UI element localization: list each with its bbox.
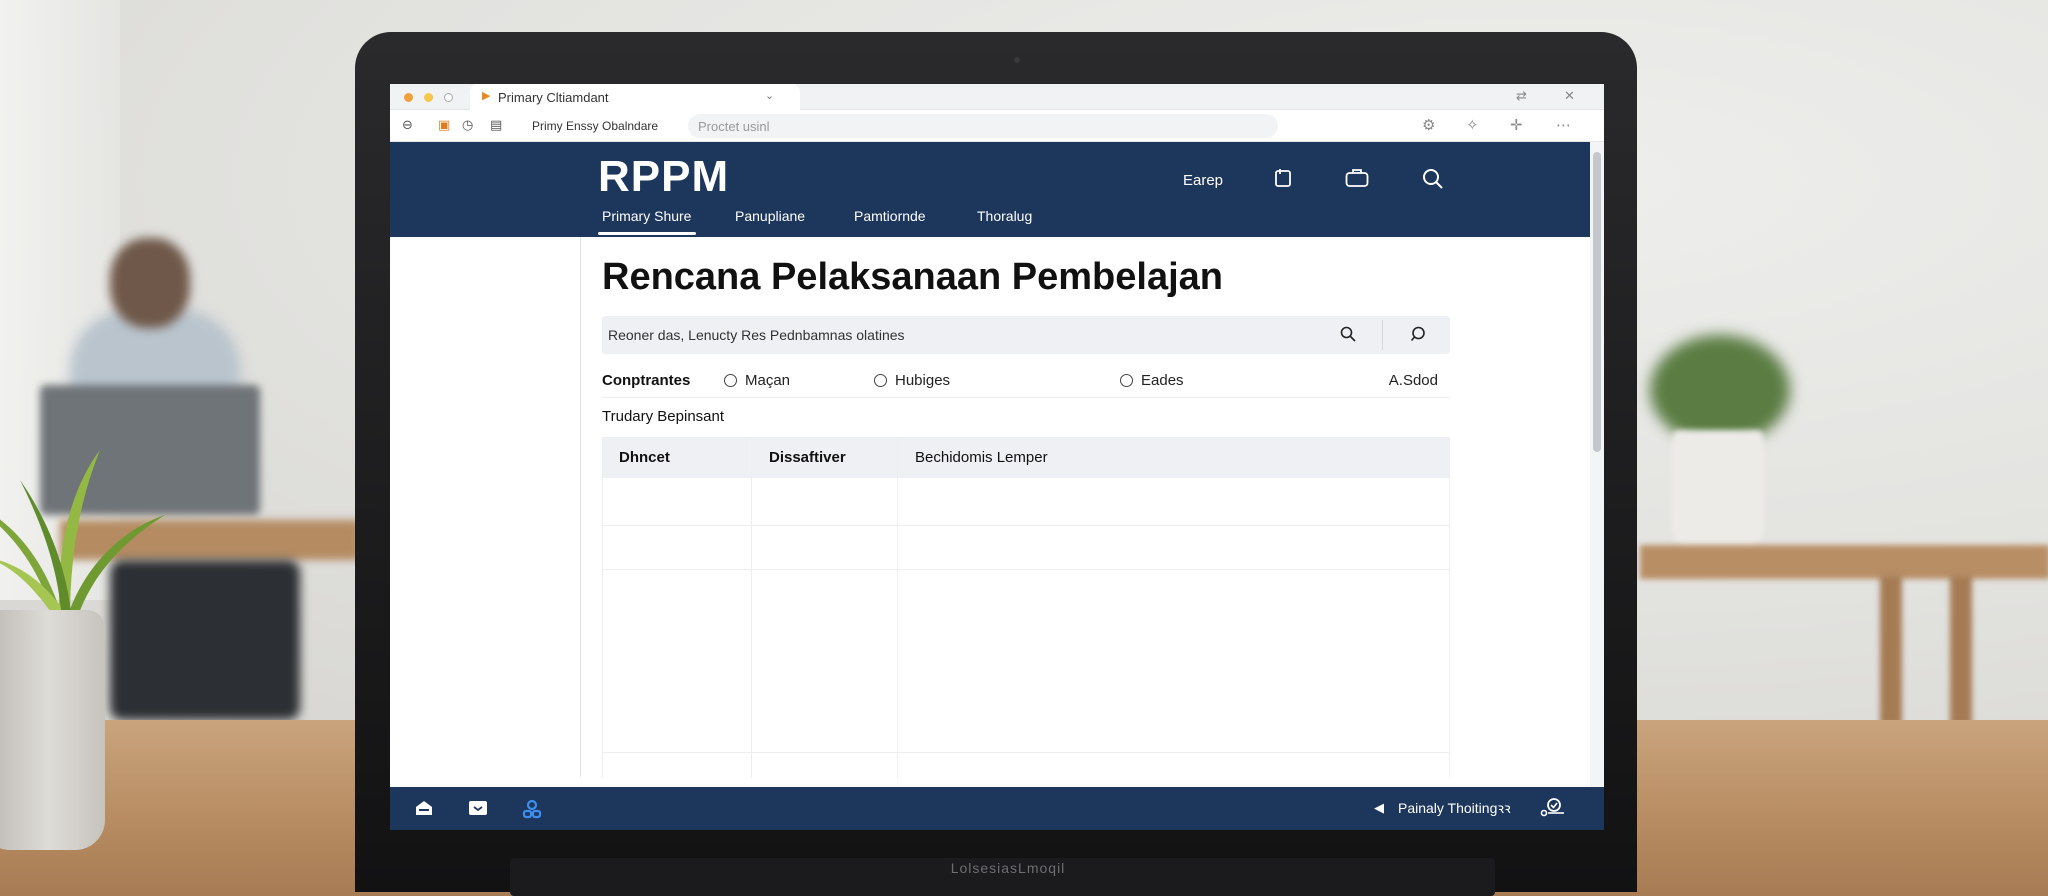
nav-item-fourth[interactable]: Thoralug	[977, 208, 1032, 224]
data-table: Dhncet Dissaftiver Bechidomis Lemper	[602, 437, 1450, 778]
page-label: Primy Enssy Obalndare	[532, 119, 659, 133]
header-link[interactable]: Earep	[1183, 172, 1223, 189]
sidebar-divider	[580, 237, 581, 777]
background-pot	[1672, 430, 1764, 550]
nav-item-primary[interactable]: Primary Shure	[602, 208, 691, 224]
page-title: Rencana Pelaksanaan Pembelajan	[602, 256, 1223, 298]
settings-icon[interactable]: ⚙	[1422, 116, 1435, 134]
filter-row: Conptrantes Maçan Hubiges Eades A.Sdod	[602, 364, 1450, 398]
lock-icon[interactable]: ▣	[438, 117, 450, 133]
chevron-down-icon[interactable]: ⌄	[765, 89, 774, 102]
laptop-brand-label: LolsesiasLmoqil	[950, 860, 1066, 876]
radio-circle-icon[interactable]	[724, 374, 737, 387]
table-header-cell[interactable]: Dhncet	[619, 449, 670, 466]
table-row	[603, 569, 1449, 570]
search-icon[interactable]	[1422, 168, 1444, 195]
nav-item-second[interactable]: Panupliane	[735, 208, 805, 224]
chat-icon[interactable]	[1410, 326, 1426, 347]
taskbar: ◀ Painaly Thoitingꝛꝛ	[390, 787, 1604, 830]
browser-tab[interactable]: ▶ Primary Cltiamdant ⌄	[470, 84, 800, 110]
search-input[interactable]	[602, 316, 1362, 354]
notification-icon[interactable]	[1540, 797, 1566, 822]
plant-pot	[0, 610, 105, 850]
back-icon[interactable]: ⊖	[402, 117, 413, 133]
filter-right-link[interactable]: A.Sdod	[1389, 372, 1438, 389]
home-icon[interactable]	[414, 799, 434, 822]
background-side-table	[1640, 545, 2048, 579]
inbox-icon[interactable]	[468, 799, 488, 822]
restore-icon[interactable]: ⇄	[1516, 88, 1527, 104]
more-icon[interactable]: ⋯	[1556, 116, 1571, 134]
play-icon: ▶	[482, 90, 491, 102]
app-header: RPPM Primary Shure Panupliane Pamtiornde…	[390, 142, 1590, 237]
radio-option-3[interactable]: Eades	[1120, 372, 1184, 389]
table-column-divider	[897, 438, 898, 778]
scrollbar[interactable]	[1590, 142, 1604, 787]
table-row	[603, 525, 1449, 526]
window-close-dot[interactable]	[404, 93, 413, 102]
background-table-leg	[1950, 575, 1972, 725]
crosshair-icon[interactable]: ✛	[1510, 116, 1523, 134]
background-person-head	[110, 238, 190, 328]
app-logo[interactable]: RPPM	[598, 152, 729, 202]
taskbar-status: Painaly Thoitingꝛꝛ	[1398, 799, 1511, 818]
address-field[interactable]	[688, 114, 1278, 138]
bookmark-icon[interactable]	[1274, 168, 1292, 193]
background-table-leg	[1880, 575, 1902, 725]
nav-active-indicator	[598, 232, 696, 235]
radio-circle-icon[interactable]	[874, 374, 887, 387]
search-bar[interactable]	[602, 316, 1450, 354]
taskbar-status-suffix: ꝛꝛ	[1497, 800, 1511, 816]
radio-option-label: Hubiges	[895, 372, 951, 389]
tab-title: Primary Cltiamdant	[498, 90, 609, 105]
address-input[interactable]	[688, 114, 1278, 138]
pin-icon[interactable]: ✧	[1466, 116, 1479, 134]
radio-option-2[interactable]: Hubiges	[874, 372, 950, 389]
close-icon[interactable]: ✕	[1564, 88, 1575, 104]
table-header-cell[interactable]: Dissaftiver	[769, 449, 846, 466]
taskbar-status-text: Painaly Thoiting	[1398, 800, 1498, 816]
laptop-camera	[1014, 57, 1020, 63]
filter-label: Conptrantes	[602, 372, 691, 389]
table-header-cell[interactable]: Bechidomis Lemper	[915, 449, 1048, 466]
laptop-screen: ▶ Primary Cltiamdant ⌄ ⇄ ✕ ⊖ ▣ ◷ ▤ Primy…	[390, 84, 1604, 830]
search-icon[interactable]	[1340, 326, 1356, 347]
window-maximize-dot[interactable]	[444, 93, 453, 102]
briefcase-icon[interactable]	[1345, 168, 1369, 193]
radio-circle-icon[interactable]	[1120, 374, 1133, 387]
search-divider	[1382, 320, 1383, 350]
table-header: Dhncet Dissaftiver Bechidomis Lemper	[603, 438, 1449, 478]
nav-item-third[interactable]: Pamtiornde	[854, 208, 926, 224]
scrollbar-thumb[interactable]	[1593, 152, 1601, 452]
browser-tab-bar: ▶ Primary Cltiamdant ⌄ ⇄ ✕	[390, 84, 1604, 110]
background-plant	[1650, 335, 1790, 445]
potted-plant	[0, 450, 165, 625]
history-icon[interactable]: ◷	[462, 117, 473, 133]
table-row	[603, 752, 1449, 753]
radio-option-1[interactable]: Maçan	[724, 372, 790, 389]
radio-option-label: Eades	[1141, 372, 1184, 389]
caret-left-icon[interactable]: ◀	[1374, 800, 1384, 816]
calendar-icon[interactable]: ▤	[490, 117, 502, 133]
table-column-divider	[751, 438, 752, 778]
browser-address-bar: ⊖ ▣ ◷ ▤ Primy Enssy Obalndare ⚙ ✧ ✛ ⋯	[390, 110, 1604, 142]
radio-option-label: Maçan	[745, 372, 791, 389]
section-title: Trudary Bepinsant	[602, 408, 725, 425]
users-icon[interactable]	[522, 799, 542, 824]
window-minimize-dot[interactable]	[424, 93, 433, 102]
